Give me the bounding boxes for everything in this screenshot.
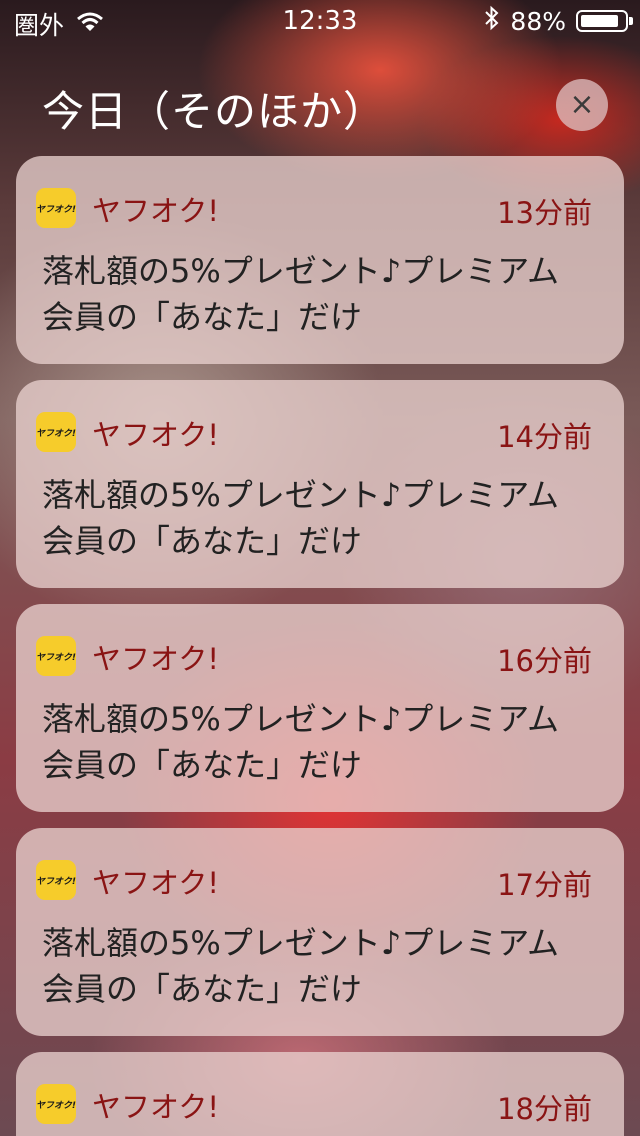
notification-card[interactable]: ヤフオク! ヤフオク! 18分前 [16, 1052, 624, 1136]
battery-percent: 88% [510, 6, 566, 36]
battery-tip [629, 17, 633, 25]
notification-time: 16分前 [497, 644, 592, 678]
notification-time: 17分前 [497, 868, 592, 902]
notification-message: 落札額の5%プレゼント♪プレミアム会員の「あなた」だけ [42, 476, 559, 560]
notification-app-name: ヤフオク! [92, 194, 220, 228]
notification-card[interactable]: ヤフオク! ヤフオク! 16分前 落札額の5%プレゼント♪プレミアム会員の「あな… [16, 604, 624, 812]
bluetooth-icon [484, 5, 500, 37]
app-icon: ヤフオク! [36, 188, 76, 228]
notification-message: 落札額の5%プレゼント♪プレミアム会員の「あなた」だけ [42, 700, 559, 784]
notification-time: 14分前 [497, 420, 592, 454]
notification-time: 18分前 [497, 1092, 592, 1126]
notification-app-name: ヤフオク! [92, 418, 220, 452]
app-icon: ヤフオク! [36, 1084, 76, 1124]
notification-app-name: ヤフオク! [92, 1090, 220, 1124]
battery-fill [581, 15, 618, 27]
notification-time: 13分前 [497, 196, 592, 230]
close-icon: × [569, 87, 595, 122]
notification-card[interactable]: ヤフオク! ヤフオク! 17分前 落札額の5%プレゼント♪プレミアム会員の「あな… [16, 828, 624, 1036]
notification-app-name: ヤフオク! [92, 642, 220, 676]
app-icon: ヤフオク! [36, 412, 76, 452]
status-right: 88% [484, 5, 633, 37]
page-title: 今日（そのほか） [42, 87, 387, 136]
notification-card[interactable]: ヤフオク! ヤフオク! 13分前 落札額の5%プレゼント♪プレミアム会員の「あな… [16, 156, 624, 364]
notification-app-name: ヤフオク! [92, 866, 220, 900]
close-button[interactable]: × [556, 79, 608, 131]
notification-card[interactable]: ヤフオク! ヤフオク! 14分前 落札額の5%プレゼント♪プレミアム会員の「あな… [16, 380, 624, 588]
app-icon: ヤフオク! [36, 636, 76, 676]
app-icon: ヤフオク! [36, 860, 76, 900]
status-bar: 圏外 12:33 88% [0, 0, 640, 40]
notification-message: 落札額の5%プレゼント♪プレミアム会員の「あなた」だけ [42, 252, 559, 336]
battery-icon [576, 10, 633, 32]
notification-message: 落札額の5%プレゼント♪プレミアム会員の「あなた」だけ [42, 924, 559, 1008]
